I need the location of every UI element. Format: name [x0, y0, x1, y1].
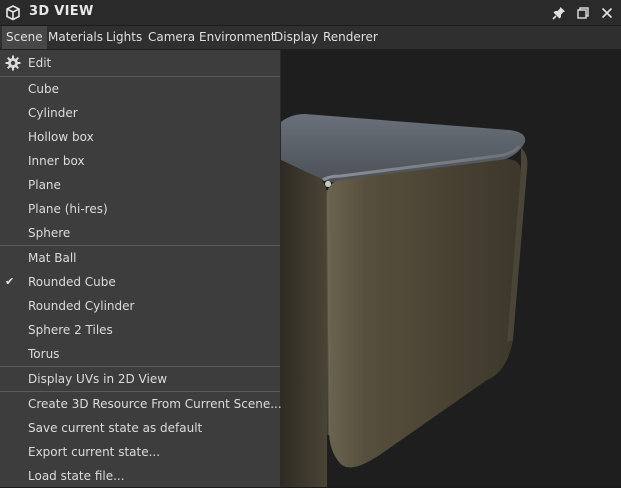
menu-item-export-state[interactable]: Export current state...	[0, 440, 280, 464]
menu-item-inner-box[interactable]: Inner box	[0, 149, 280, 173]
menu-display[interactable]: Display	[270, 26, 322, 49]
menu-item-display-uvs[interactable]: Display UVs in 2D View	[0, 367, 280, 391]
menu-item-label: Create 3D Resource From Current Scene...	[28, 397, 282, 411]
menu-item-label: Edit	[28, 56, 52, 70]
menu-item-label: Inner box	[28, 154, 85, 168]
menu-lights[interactable]: Lights	[102, 26, 146, 49]
window-title: 3D VIEW	[29, 4, 94, 19]
menu-item-create-3d-resource[interactable]: Create 3D Resource From Current Scene...	[0, 392, 282, 416]
gear-icon	[5, 55, 21, 71]
menu-item-label: Plane (hi-res)	[28, 202, 108, 216]
title-bar: 3D VIEW	[0, 0, 621, 26]
menu-item-label: Rounded Cylinder	[28, 299, 135, 313]
maximize-icon[interactable]	[575, 5, 591, 21]
close-icon[interactable]	[599, 5, 615, 21]
rounded-cube-render	[281, 114, 528, 487]
menu-item-label: Load state file...	[28, 469, 125, 483]
menu-item-torus[interactable]: Torus	[0, 342, 280, 366]
menu-materials[interactable]: Materials	[44, 26, 107, 49]
menu-item-cylinder[interactable]: Cylinder	[0, 101, 280, 125]
menu-item-hollow-box[interactable]: Hollow box	[0, 125, 280, 149]
menu-item-rounded-cylinder[interactable]: Rounded Cylinder	[0, 294, 280, 318]
menu-item-label: Export current state...	[28, 445, 161, 459]
menu-item-label: Sphere	[28, 226, 71, 240]
menu-item-label: Rounded Cube	[28, 275, 116, 289]
viewport-3d[interactable]	[281, 50, 621, 487]
menu-item-save-default[interactable]: Save current state as default	[0, 416, 280, 440]
menu-item-label: Cylinder	[28, 106, 78, 120]
scene-menu: Edit Cube Cylinder Hollow box Inner box …	[0, 50, 282, 488]
menu-camera[interactable]: Camera	[144, 26, 199, 49]
menu-scene[interactable]: Scene	[2, 26, 47, 49]
menu-item-edit[interactable]: Edit	[0, 51, 280, 75]
menu-item-plane-hires[interactable]: Plane (hi-res)	[0, 197, 280, 221]
menu-item-label: Display UVs in 2D View	[28, 372, 168, 386]
menu-item-load-state[interactable]: Load state file...	[0, 464, 280, 488]
menu-bar: Scene Materials Lights Camera Environmen…	[0, 26, 621, 50]
menu-item-mat-ball[interactable]: Mat Ball	[0, 246, 280, 270]
menu-item-cube[interactable]: Cube	[0, 77, 280, 101]
cube-icon	[6, 5, 20, 21]
menu-renderer[interactable]: Renderer	[319, 26, 382, 49]
menu-item-label: Cube	[28, 82, 59, 96]
check-icon: ✔	[5, 275, 15, 288]
menu-item-label: Save current state as default	[28, 421, 203, 435]
menu-item-label: Torus	[28, 347, 60, 361]
menu-item-label: Plane	[28, 178, 61, 192]
pin-icon[interactable]	[551, 5, 567, 21]
menu-item-label: Sphere 2 Tiles	[28, 323, 113, 337]
menu-environment[interactable]: Environment	[195, 26, 280, 49]
menu-item-label: Mat Ball	[28, 251, 77, 265]
menu-item-plane[interactable]: Plane	[0, 173, 280, 197]
menu-item-rounded-cube[interactable]: ✔ Rounded Cube	[0, 270, 280, 294]
menu-item-sphere[interactable]: Sphere	[0, 221, 280, 245]
menu-item-sphere-2-tiles[interactable]: Sphere 2 Tiles	[0, 318, 280, 342]
menu-item-label: Hollow box	[28, 130, 94, 144]
